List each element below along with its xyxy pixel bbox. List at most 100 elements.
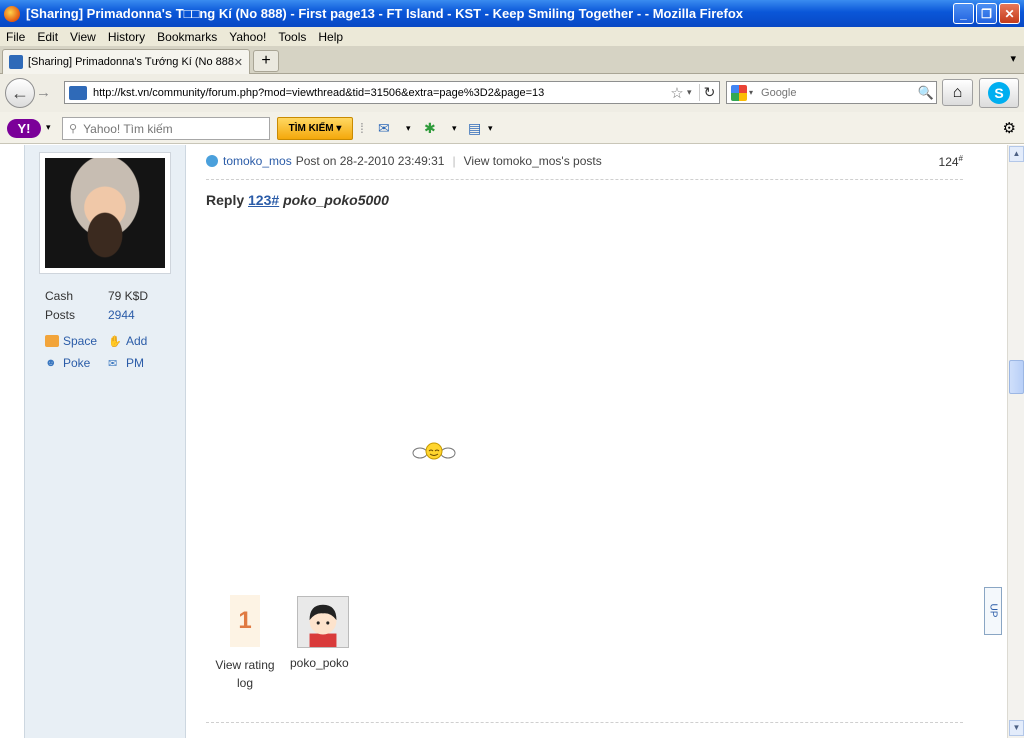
space-link[interactable]: Space (45, 334, 97, 348)
menu-edit[interactable]: Edit (31, 30, 64, 44)
bookmark-star-icon[interactable]: ☆ (667, 84, 687, 102)
header-divider (206, 179, 963, 180)
handshake-icon: ✋ (108, 336, 122, 348)
envelope-icon: ✉ (108, 358, 118, 370)
post-date: Post on 28-2-2010 23:49:31 (295, 154, 445, 168)
poke-icon: ☻ (45, 357, 57, 369)
post-number-mark: # (958, 154, 963, 163)
rating-count[interactable]: 1 (230, 595, 260, 647)
close-button[interactable]: ✕ (999, 3, 1020, 24)
vertical-scrollbar[interactable]: ▲ ▼ (1007, 145, 1024, 738)
search-box[interactable]: ▾ 🔍 (726, 81, 937, 104)
posts-value[interactable]: 2944 (108, 308, 135, 322)
tab-close-icon[interactable]: ✕ (234, 56, 243, 69)
author-link[interactable]: tomoko_mos (223, 154, 292, 168)
post-header: tomoko_mos Post on 28-2-2010 23:49:31 | … (206, 154, 963, 168)
gear-icon[interactable]: ⚙ (1003, 119, 1016, 137)
add-friend-link[interactable]: ✋ Add (108, 334, 147, 348)
online-status-icon (206, 155, 218, 167)
yahoo-search-field[interactable]: ⚲ (62, 117, 270, 140)
skype-icon: S (988, 82, 1010, 104)
up-label: UP (987, 603, 999, 618)
scroll-thumb[interactable] (1009, 360, 1024, 394)
mail-icon[interactable]: ✉ (378, 120, 390, 137)
poke-link[interactable]: ☻ Poke (45, 356, 90, 370)
menu-yahoo[interactable]: Yahoo! (223, 30, 272, 44)
user-sidebar: Cash 79 K$D Posts 2944 Space ✋ Add ☻ Poke … (24, 145, 186, 738)
reply-line: Reply 123# poko_poko5000 (206, 192, 389, 208)
search-magnifier-icon[interactable]: 🔍 (916, 85, 936, 101)
menu-bookmarks[interactable]: Bookmarks (151, 30, 223, 44)
firefox-icon (4, 5, 20, 22)
post-bottom-divider (206, 722, 963, 723)
rater-avatar-image (298, 597, 348, 647)
minimize-button[interactable]: _ (953, 3, 974, 24)
space-label: Space (63, 334, 98, 348)
reply-username: poko_poko5000 (283, 192, 389, 208)
search-engine-dropdown-icon[interactable]: ▾ (749, 88, 753, 97)
pages-dropdown-icon[interactable]: ▾ (488, 123, 493, 134)
home-button[interactable]: ⌂ (942, 79, 973, 106)
maximize-button[interactable]: ❐ (976, 3, 997, 24)
tab-active[interactable]: [Sharing] Primadonna's Tướng Kí (No 888)… (2, 49, 250, 74)
menu-file[interactable]: File (0, 30, 31, 44)
skype-button[interactable]: S (979, 78, 1019, 108)
forward-button[interactable]: → (36, 84, 51, 101)
tab-bar: [Sharing] Primadonna's Tướng Kí (No 888)… (0, 46, 1024, 74)
reply-post-link[interactable]: 123# (248, 192, 279, 208)
back-button[interactable]: ← (5, 78, 35, 108)
menu-bar: File Edit View History Bookmarks Yahoo! … (0, 27, 1024, 46)
yahoo-toolbar: Y! ▾ ⚲ TÌM KIẾM ▾ ⁞ ✉ ▾ ✱ ▾ ▤ ▾ ⚙ (0, 112, 1024, 144)
header-separator: | (452, 154, 456, 168)
view-rating-log-link[interactable]: View rating log (212, 656, 278, 692)
yahoo-dropdown-icon[interactable]: ▾ (46, 122, 51, 133)
toolbar-grip-icon: ⁞ (360, 120, 364, 136)
view-author-posts-link[interactable]: View tomoko_mos's posts (464, 154, 602, 168)
search-icon: ⚲ (69, 123, 78, 135)
posts-label: Posts (45, 308, 76, 322)
mail-dropdown-icon[interactable]: ▾ (406, 123, 411, 134)
scroll-down-arrow-icon[interactable]: ▼ (1009, 720, 1024, 736)
rater-name[interactable]: poko_poko (290, 656, 349, 670)
google-icon[interactable] (731, 84, 747, 101)
page-content: Cash 79 K$D Posts 2944 Space ✋ Add ☻ Poke … (0, 145, 1007, 738)
tab-label: [Sharing] Primadonna's Tướng Kí (No 888)… (28, 56, 234, 68)
tab-list-chevron-icon[interactable]: ▾ (1010, 52, 1016, 65)
puzzle-icon[interactable]: ✱ (424, 120, 436, 137)
window-titlebar: [Sharing] Primadonna's T□□ng Kí (No 888)… (0, 0, 1024, 27)
post-area: tomoko_mos Post on 28-2-2010 23:49:31 | … (186, 145, 1007, 738)
rater-avatar[interactable] (297, 596, 349, 648)
home-icon (45, 335, 59, 347)
url-text[interactable]: http://kst.vn/community/forum.php?mod=vi… (93, 87, 667, 99)
pm-label: PM (126, 356, 144, 370)
up-down-button[interactable]: UP (984, 587, 1002, 635)
cash-value: 79 K$D (108, 289, 149, 303)
poke-label: Poke (63, 356, 91, 370)
menu-tools[interactable]: Tools (272, 30, 312, 44)
scroll-up-arrow-icon[interactable]: ▲ (1009, 146, 1024, 162)
add-label: Add (126, 334, 148, 348)
window-title: [Sharing] Primadonna's T□□ng Kí (No 888)… (26, 6, 744, 21)
site-favicon-icon (9, 55, 23, 69)
yahoo-logo[interactable]: Y! (7, 119, 41, 138)
puzzle-dropdown-icon[interactable]: ▾ (452, 123, 457, 134)
post-number[interactable]: 124# (939, 154, 963, 169)
menu-view[interactable]: View (64, 30, 102, 44)
reply-word: Reply (206, 192, 245, 208)
reload-icon[interactable]: ↻ (699, 84, 719, 101)
search-input[interactable] (759, 85, 916, 100)
menu-history[interactable]: History (102, 30, 151, 44)
site-identity-icon[interactable] (69, 85, 87, 100)
url-bar[interactable]: http://kst.vn/community/forum.php?mod=vi… (64, 81, 720, 104)
pages-icon[interactable]: ▤ (468, 120, 481, 137)
smiley-emoticon (412, 442, 456, 460)
menu-help[interactable]: Help (312, 30, 349, 44)
new-tab-button[interactable]: + (253, 50, 279, 72)
yahoo-search-input[interactable] (81, 120, 262, 137)
pm-link[interactable]: ✉ PM (108, 356, 144, 370)
post-number-value: 124 (938, 155, 959, 169)
url-dropdown-icon[interactable]: ▾ (687, 87, 699, 98)
yahoo-search-button[interactable]: TÌM KIẾM ▾ (277, 117, 353, 140)
navigation-bar: ← → http://kst.vn/community/forum.php?mo… (0, 74, 1024, 112)
user-avatar[interactable] (40, 153, 170, 273)
